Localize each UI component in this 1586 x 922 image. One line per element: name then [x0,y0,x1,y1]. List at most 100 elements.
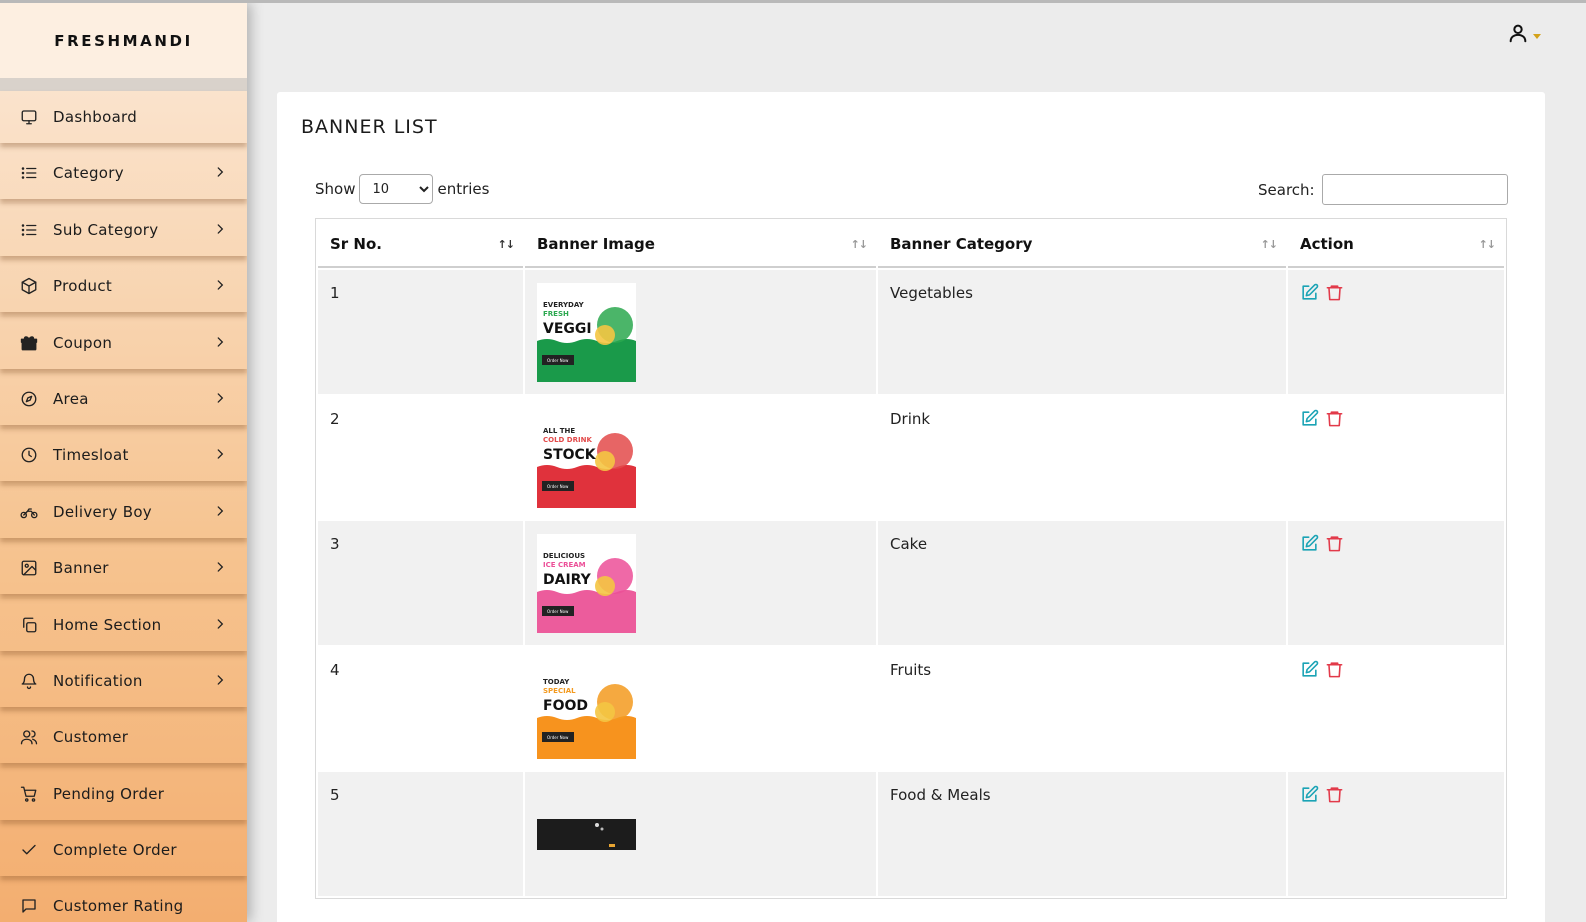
compass-icon [19,389,39,409]
edit-icon[interactable] [1300,534,1319,553]
sidebar-item-category[interactable]: Category [0,147,247,199]
banner-line2: ICE CREAM [543,561,586,569]
gift-icon [19,333,39,353]
table-row: 1 EVERYDAY FRESH VEGGI Order Now Vegetables [318,270,1504,394]
cell-sr-no: 5 [318,772,523,896]
banner-line3: FOOD [543,698,588,714]
banner-line1: TODAY [543,678,570,686]
cell-action [1288,270,1504,394]
user-menu[interactable] [1507,22,1547,48]
sort-icon: ↑↓ [850,238,868,251]
delete-icon[interactable] [1325,660,1344,679]
sidebar-item-delivery-boy[interactable]: Delivery Boy [0,486,247,538]
banner-button-text: Order Now [547,358,569,363]
banner-button-text: Order Now [547,609,569,614]
entries-select[interactable]: 10 [359,174,434,204]
sidebar-item-label: Delivery Boy [53,502,152,521]
banner-line2: FRESH [543,310,569,318]
bell-icon [19,671,39,691]
banner-thumbnail[interactable]: ALL THECOLD DRINK STOCK Order Now [537,408,636,508]
users-icon [19,727,39,747]
sidebar-item-customer[interactable]: Customer [0,711,247,763]
delete-icon[interactable] [1325,534,1344,553]
chevron-right-icon [217,280,224,290]
chevron-right-icon [217,393,224,403]
column-header-banner-image[interactable]: Banner Image ↑↓ [525,221,876,268]
edit-icon[interactable] [1300,283,1319,302]
cell-banner-category: Drink [878,395,1286,519]
banner-line3: VEGGI [543,321,592,337]
sidebar-item-label: Notification [53,671,143,690]
cell-action [1288,646,1504,770]
banner-thumbnail[interactable]: EVERYDAYFRESH VEGGI Order Now [537,283,636,382]
table-row: 3 DELICIOUS ICE CREAM DAIRY Order Now Cake [318,521,1504,645]
edit-icon[interactable] [1300,785,1319,804]
sidebar-item-complete-order[interactable]: Complete Order [0,824,247,876]
brand-logo[interactable]: FRESHMANDI [0,3,247,78]
banner-line3: DAIRY [543,572,592,588]
user-icon [1507,22,1529,48]
copy-icon [19,615,39,635]
delete-icon[interactable] [1325,785,1344,804]
sidebar-nav: Dashboard Category Sub Category Product Coup… [0,91,247,922]
column-label: Banner Category [890,234,1033,253]
cell-banner-image: ALL THE COLD DRINK STOCK Order Now [525,395,876,519]
sidebar-item-dashboard[interactable]: Dashboard [0,91,247,143]
chevron-down-icon [1533,34,1541,39]
table-row: 4 TODAY SPECIAL FOOD Order Now Fruits [318,646,1504,770]
sidebar-item-timesloat[interactable]: Timesloat [0,429,247,481]
page-title: BANNER LIST [301,116,438,138]
sidebar-item-label: Product [53,277,113,296]
sidebar-item-sub-category[interactable]: Sub Category [0,204,247,256]
sidebar-item-notification[interactable]: Notification [0,655,247,707]
banner-table: Sr No. ↑↓ Banner Image ↑↓ Banner Category ↑… [315,218,1507,899]
table-row: 5 Food & Meals [318,772,1504,896]
sidebar-item-label: Timesloat [53,446,129,465]
cell-action [1288,521,1504,645]
cell-banner-category: Vegetables [878,270,1286,394]
column-header-banner-category[interactable]: Banner Category ↑↓ [878,221,1286,268]
show-label: Show [315,180,356,198]
delete-icon[interactable] [1325,283,1344,302]
sidebar-item-label: Complete Order [53,841,177,860]
sidebar-item-label: Sub Category [53,220,159,239]
check-icon [19,840,39,860]
column-header-sr-no[interactable]: Sr No. ↑↓ [318,221,523,268]
sidebar-item-home-section[interactable]: Home Section [0,599,247,651]
sidebar-item-pending-order[interactable]: Pending Order [0,768,247,820]
image-icon [19,558,39,578]
sidebar-item-customer-rating[interactable]: Customer Rating [0,880,247,922]
cell-banner-category: Cake [878,521,1286,645]
sidebar-item-area[interactable]: Area [0,373,247,425]
search-control: Search: [1258,174,1508,205]
sidebar-item-label: Area [53,389,89,408]
banner-line1: DELICIOUS [543,552,585,560]
monitor-icon [19,107,39,127]
cell-sr-no: 4 [318,646,523,770]
column-label: Action [1300,234,1354,253]
delete-icon[interactable] [1325,409,1344,428]
edit-icon[interactable] [1300,660,1319,679]
cell-banner-image: TODAY SPECIAL FOOD Order Now [525,646,876,770]
sort-icon: ↑↓ [1478,238,1496,251]
banner-thumbnail[interactable] [537,785,636,884]
sidebar-item-banner[interactable]: Banner [0,542,247,594]
column-label: Sr No. [330,234,382,253]
chevron-right-icon [217,449,224,460]
sidebar-item-label: Customer Rating [53,897,184,916]
top-border [0,0,1586,3]
cell-banner-image: DELICIOUS ICE CREAM DAIRY Order Now [525,521,876,645]
sidebar-item-label: Home Section [53,615,162,634]
sidebar-item-coupon[interactable]: Coupon [0,317,247,369]
cell-action [1288,395,1504,519]
column-label: Banner Image [537,234,655,253]
banner-thumbnail[interactable]: DELICIOUSICE CREAM DAIRY Order Now [537,534,636,633]
banner-line1: EVERYDAY [543,301,585,309]
banner-thumbnail[interactable]: TODAYSPECIAL FOOD Order Now [537,659,636,759]
edit-icon[interactable] [1300,409,1319,428]
sidebar-item-product[interactable]: Product [0,260,247,312]
sidebar: FRESHMANDI Dashboard Category Sub Category… [0,3,247,922]
column-header-action[interactable]: Action ↑↓ [1288,221,1504,268]
cell-banner-category: Fruits [878,646,1286,770]
search-input[interactable] [1321,174,1508,205]
